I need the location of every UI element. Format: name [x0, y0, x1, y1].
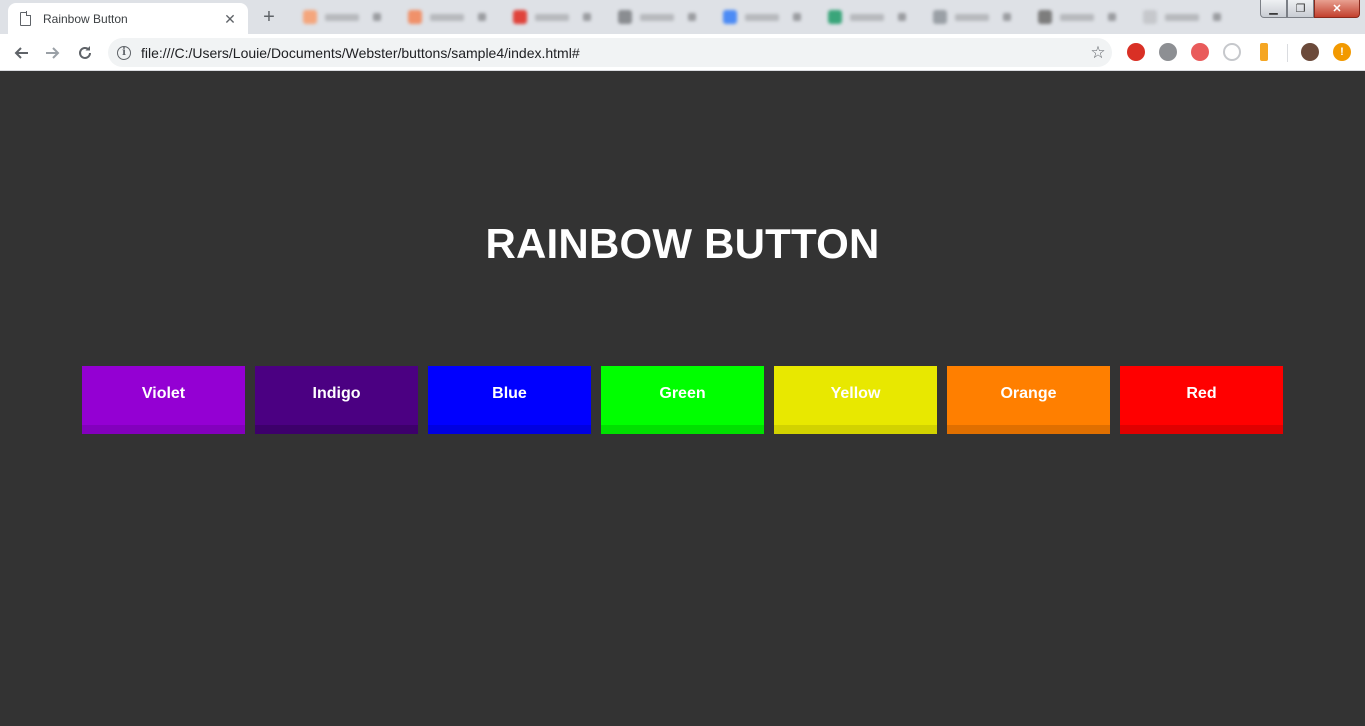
background-tabs: [285, 6, 1230, 28]
shield-extension-icon[interactable]: [1191, 43, 1209, 61]
tab-title-placeholder: [535, 13, 569, 21]
rainbow-button-indigo[interactable]: Indigo: [255, 366, 418, 434]
tab-close-icon[interactable]: [793, 13, 801, 21]
tab-title: Rainbow Button: [43, 11, 128, 26]
back-button[interactable]: [8, 40, 34, 66]
active-tab[interactable]: Rainbow Button ✕: [8, 3, 248, 34]
profile-avatar[interactable]: [1301, 43, 1319, 61]
background-tab[interactable]: [915, 6, 1020, 28]
new-tab-button[interactable]: +: [258, 6, 280, 28]
background-tab[interactable]: [495, 6, 600, 28]
tab-favicon-icon: [303, 10, 317, 24]
tab-title-placeholder: [430, 13, 464, 21]
rainbow-button-green[interactable]: Green: [601, 366, 764, 434]
address-bar[interactable]: i file:///C:/Users/Louie/Documents/Webst…: [108, 38, 1112, 67]
opera-extension-icon[interactable]: [1127, 43, 1145, 61]
rainbow-button-row: Violet Indigo Blue Green Yellow Orange Red: [82, 366, 1283, 434]
rainbow-button-violet[interactable]: Violet: [82, 366, 245, 434]
rainbow-button-yellow[interactable]: Yellow: [774, 366, 937, 434]
tab-title-placeholder: [955, 13, 989, 21]
background-tab[interactable]: [390, 6, 495, 28]
tab-favicon-icon: [723, 10, 737, 24]
tab-favicon-icon: [828, 10, 842, 24]
tab-close-icon[interactable]: [1213, 13, 1221, 21]
reload-button[interactable]: [72, 40, 98, 66]
window-close-button[interactable]: ✕: [1314, 0, 1360, 18]
update-alert-icon[interactable]: !: [1333, 43, 1351, 61]
tab-strip: Rainbow Button ✕ + ▁ ❐ ✕: [0, 0, 1365, 34]
tab-favicon-icon: [408, 10, 422, 24]
tab-favicon-icon: [1143, 10, 1157, 24]
tab-close-icon[interactable]: [1003, 13, 1011, 21]
background-tab[interactable]: [1020, 6, 1125, 28]
forward-button[interactable]: [40, 40, 66, 66]
background-tab[interactable]: [705, 6, 810, 28]
tomato-extension-icon[interactable]: [1159, 43, 1177, 61]
background-tab[interactable]: [285, 6, 390, 28]
tab-favicon-icon: [1038, 10, 1052, 24]
circle-extension-icon[interactable]: [1223, 43, 1241, 61]
reload-icon: [79, 46, 91, 59]
bookmark-star-icon[interactable]: ☆: [1084, 43, 1112, 63]
background-tab[interactable]: [810, 6, 915, 28]
tab-close-icon[interactable]: [898, 13, 906, 21]
tab-title-placeholder: [850, 13, 884, 21]
tab-close-icon[interactable]: [373, 13, 381, 21]
info-icon[interactable]: i: [117, 45, 131, 60]
tab-title-placeholder: [745, 13, 779, 21]
page-title: RAINBOW BUTTON: [485, 220, 880, 267]
tab-title-placeholder: [640, 13, 674, 21]
rainbow-button-orange[interactable]: Orange: [947, 366, 1110, 434]
tab-favicon-icon: [933, 10, 947, 24]
tab-favicon-icon: [618, 10, 632, 24]
back-arrow-icon: [14, 47, 28, 59]
tab-close-icon[interactable]: [1108, 13, 1116, 21]
background-tab[interactable]: [1125, 6, 1230, 28]
url-text[interactable]: file:///C:/Users/Louie/Documents/Webster…: [141, 45, 1084, 61]
rainbow-button-blue[interactable]: Blue: [428, 366, 591, 434]
tab-close-button[interactable]: ✕: [222, 11, 238, 27]
rainbow-button-red[interactable]: Red: [1120, 366, 1283, 434]
minimize-button[interactable]: ▁: [1260, 0, 1287, 18]
tab-title-placeholder: [1060, 13, 1094, 21]
page-content: RAINBOW BUTTON Violet Indigo Blue Green Yell…: [0, 71, 1365, 726]
tab-close-icon[interactable]: [583, 13, 591, 21]
tab-title-placeholder: [325, 13, 359, 21]
toolbar-divider: [1287, 44, 1288, 62]
background-tab[interactable]: [600, 6, 705, 28]
forward-arrow-icon: [46, 47, 60, 59]
download-extension-icon[interactable]: [1260, 43, 1268, 61]
tab-close-icon[interactable]: [688, 13, 696, 21]
tab-close-icon[interactable]: [478, 13, 486, 21]
window-controls: ▁ ❐ ✕: [1260, 0, 1360, 18]
restore-button[interactable]: ❐: [1287, 0, 1314, 18]
document-icon: [20, 11, 32, 26]
tab-favicon-icon: [513, 10, 527, 24]
tab-title-placeholder: [1165, 13, 1199, 21]
